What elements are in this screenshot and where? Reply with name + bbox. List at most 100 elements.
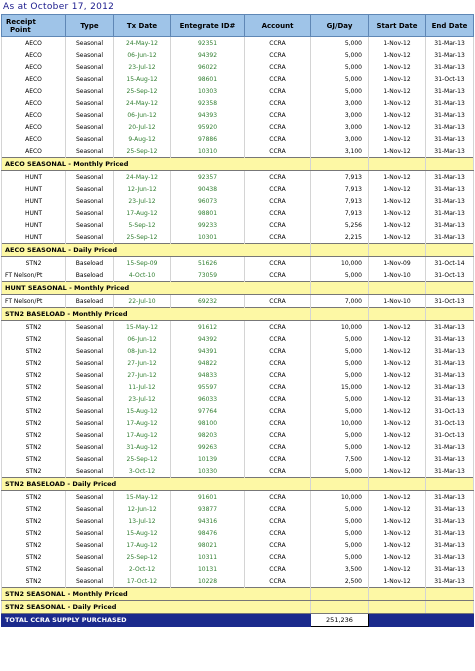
cell-receipt-point: HUNT (1, 183, 66, 195)
section-title: STN2 SEASONAL - Daily Priced (1, 600, 311, 614)
cell-gj-day: 5,000 (310, 515, 369, 527)
cell-entegrate-id: 69232 (170, 294, 245, 308)
cell-receipt-point: STN2 (1, 441, 66, 453)
cell-entegrate-id: 98100 (170, 417, 245, 429)
cell-type: Seasonal (65, 575, 114, 588)
cell-type: Seasonal (65, 145, 114, 158)
cell-type: Seasonal (65, 503, 114, 515)
cell-gj-day: 7,913 (310, 183, 369, 195)
cell-type: Seasonal (65, 551, 114, 563)
section-blank-cell (425, 281, 474, 295)
section-title: STN2 SEASONAL - Monthly Priced (1, 587, 311, 601)
cell-tx-date: 17-Aug-12 (113, 207, 171, 219)
cell-start-date: 1-Nov-12 (368, 503, 426, 515)
cell-receipt-point: FT Nelson/Pt (1, 294, 66, 308)
cell-account: CCRA (244, 515, 311, 527)
cell-gj-day: 7,913 (310, 170, 369, 183)
table-row: STN2 Seasonal 25-Sep-12 10139 CCRA 7,500 1-Nov… (1, 453, 474, 465)
cell-receipt-point: STN2 (1, 405, 66, 417)
as-at-date: As at October 17, 2012 (3, 2, 115, 12)
cell-tx-date: 25-Sep-12 (113, 145, 171, 158)
cell-gj-day: 2,500 (310, 575, 369, 588)
section-blank-cell (425, 243, 474, 257)
section-subtotal-row: STN2 SEASONAL - Monthly Priced (1, 587, 474, 601)
cell-end-date: 31-Mar-13 (425, 36, 474, 49)
cell-account: CCRA (244, 269, 311, 282)
cell-gj-day: 5,000 (310, 405, 369, 417)
cell-end-date: 31-Mar-13 (425, 345, 474, 357)
cell-start-date: 1-Nov-12 (368, 170, 426, 183)
cell-end-date: 31-Mar-13 (425, 503, 474, 515)
cell-end-date: 31-Mar-13 (425, 381, 474, 393)
cell-type: Seasonal (65, 490, 114, 503)
cell-end-date: 31-Mar-13 (425, 85, 474, 97)
cell-type: Seasonal (65, 36, 114, 49)
table-row: AECO Seasonal 25-Sep-12 10303 CCRA 5,000 1-Nov… (1, 85, 474, 97)
section-subtotal-row: STN2 BASELOAD - Monthly Priced (1, 307, 474, 321)
cell-end-date: 31-Mar-13 (425, 465, 474, 478)
cell-gj-day: 5,000 (310, 357, 369, 369)
cell-tx-date: 27-Jun-12 (113, 357, 171, 369)
cell-type: Seasonal (65, 405, 114, 417)
cell-start-date: 1-Nov-12 (368, 393, 426, 405)
cell-gj-day: 10,000 (310, 417, 369, 429)
table-row: STN2 Seasonal 17-Aug-12 98021 CCRA 5,000 1-Nov… (1, 539, 474, 551)
table-row: AECO Seasonal 20-Jul-12 95920 CCRA 3,000 1-Nov… (1, 121, 474, 133)
cell-account: CCRA (244, 145, 311, 158)
cell-gj-day: 5,000 (310, 269, 369, 282)
cell-account: CCRA (244, 195, 311, 207)
cell-gj-day: 3,000 (310, 109, 369, 121)
cell-account: CCRA (244, 207, 311, 219)
cell-entegrate-id: 99263 (170, 441, 245, 453)
cell-end-date: 31-Mar-13 (425, 109, 474, 121)
total-value: 251,236 (310, 613, 369, 627)
cell-gj-day: 5,000 (310, 503, 369, 515)
cell-start-date: 1-Nov-12 (368, 219, 426, 231)
cell-tx-date: 15-Sep-09 (113, 256, 171, 269)
cell-entegrate-id: 97886 (170, 133, 245, 145)
cell-entegrate-id: 96022 (170, 61, 245, 73)
cell-tx-date: 25-Sep-12 (113, 551, 171, 563)
table-row: STN2 Baseload 15-Sep-09 51626 CCRA 10,000 1-No… (1, 256, 474, 269)
section-blank-cell (425, 600, 474, 614)
section-title: STN2 BASELOAD - Monthly Priced (1, 307, 311, 321)
cell-start-date: 1-Nov-12 (368, 417, 426, 429)
cell-end-date: 31-Mar-13 (425, 333, 474, 345)
cell-end-date: 31-Mar-13 (425, 183, 474, 195)
cell-start-date: 1-Nov-12 (368, 539, 426, 551)
cell-entegrate-id: 94391 (170, 345, 245, 357)
cell-type: Seasonal (65, 393, 114, 405)
cell-end-date: 31-Mar-13 (425, 453, 474, 465)
cell-receipt-point: STN2 (1, 515, 66, 527)
cell-gj-day: 10,000 (310, 256, 369, 269)
cell-type: Seasonal (65, 357, 114, 369)
cell-tx-date: 24-May-12 (113, 97, 171, 109)
cell-tx-date: 9-Aug-12 (113, 133, 171, 145)
section-subtotal-row: AECO SEASONAL - Monthly Priced (1, 157, 474, 171)
cell-tx-date: 24-May-12 (113, 170, 171, 183)
cell-gj-day: 5,000 (310, 551, 369, 563)
table-row: STN2 Seasonal 27-Jun-12 94833 CCRA 5,000 1-Nov… (1, 369, 474, 381)
section-blank-cell (310, 307, 369, 321)
cell-entegrate-id: 95597 (170, 381, 245, 393)
cell-type: Seasonal (65, 109, 114, 121)
cell-type: Seasonal (65, 207, 114, 219)
cell-account: CCRA (244, 345, 311, 357)
cell-tx-date: 3-Oct-12 (113, 465, 171, 478)
cell-type: Seasonal (65, 219, 114, 231)
cell-tx-date: 23-Jul-12 (113, 61, 171, 73)
cell-start-date: 1-Nov-09 (368, 256, 426, 269)
cell-tx-date: 11-Jul-12 (113, 381, 171, 393)
header-receipt-point-line: Receipt (6, 17, 36, 26)
cell-entegrate-id: 96073 (170, 195, 245, 207)
cell-tx-date: 31-Aug-12 (113, 441, 171, 453)
cell-receipt-point: FT Nelson/Pt (1, 269, 66, 282)
cell-type: Seasonal (65, 453, 114, 465)
cell-account: CCRA (244, 381, 311, 393)
section-blank-cell (368, 477, 426, 491)
section-subtotal-row: STN2 BASELOAD - Daily Priced (1, 477, 474, 491)
cell-gj-day: 5,000 (310, 36, 369, 49)
cell-start-date: 1-Nov-12 (368, 195, 426, 207)
cell-end-date: 31-Mar-13 (425, 515, 474, 527)
cell-entegrate-id: 10303 (170, 85, 245, 97)
